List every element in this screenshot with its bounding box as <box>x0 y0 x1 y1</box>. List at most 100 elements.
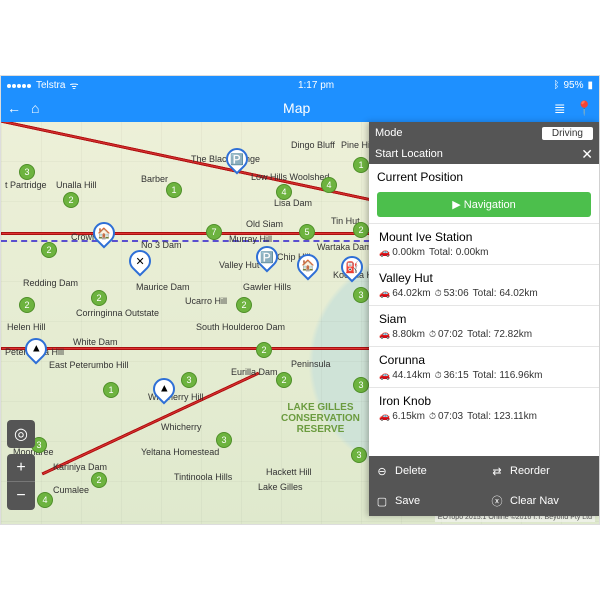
waypoint-total: Total: 64.02km <box>473 288 538 299</box>
map-reserve-label: LAKE GILLESCONSERVATIONRESERVE <box>281 402 360 435</box>
map-place-label: White Dam <box>73 337 118 347</box>
waypoint-distance: 0.00km <box>379 247 425 258</box>
pin-icon[interactable]: 📍 <box>576 100 593 117</box>
waypoint-name: Corunna <box>379 353 589 367</box>
poi-glyph-icon: 🅿️ <box>260 251 274 264</box>
waypoint-distance: 64.02km <box>379 288 431 299</box>
map-place-label: Corringinna Outstate <box>76 308 159 318</box>
waypoint-distance: 8.80km <box>379 329 425 340</box>
map-place-label: Whicherry <box>161 422 202 432</box>
waypoint-total: Total: 0.00km <box>429 247 488 258</box>
save-icon: ▢ <box>375 494 389 508</box>
map-cluster-marker[interactable]: 7 <box>206 224 222 240</box>
map-cluster-marker[interactable]: 2 <box>256 342 272 358</box>
back-icon[interactable]: ← <box>7 100 21 116</box>
minus-circle-icon: ⊖ <box>375 464 389 478</box>
map-place-label: Peninsula <box>291 359 331 369</box>
waypoint-meta: 44.14km36:15Total: 116.96km <box>379 370 589 381</box>
map-cluster-marker[interactable]: 4 <box>276 184 292 200</box>
zoom-out-button[interactable]: − <box>7 482 35 510</box>
map-place-label: Maurice Dam <box>136 282 190 292</box>
map-cluster-marker[interactable]: 1 <box>353 157 369 173</box>
map-place-label: Murray Hill <box>229 234 272 244</box>
start-navigation-button[interactable]: ▶ Navigation <box>377 192 591 217</box>
map-place-label: Gawler Hills <box>243 282 291 292</box>
waypoint-meta: 0.00km Total: 0.00km <box>379 247 589 258</box>
map-cluster-marker[interactable]: 2 <box>41 242 57 258</box>
locate-me-button[interactable]: ◎ <box>7 420 35 448</box>
carrier-label: Telstra <box>36 80 65 91</box>
panel-actions: ⊖Delete ⇄Reorder ▢Save ⓧClear Nav <box>369 456 599 516</box>
map-place-label: Redding Dam <box>23 278 78 288</box>
waypoint-item[interactable]: Corunna 44.14km36:15Total: 116.96km <box>369 346 599 387</box>
shuffle-icon: ⇄ <box>490 464 504 478</box>
map-cluster-marker[interactable]: 2 <box>91 472 107 488</box>
mode-select[interactable]: Driving <box>542 127 593 140</box>
clear-nav-button[interactable]: ⓧClear Nav <box>484 486 599 516</box>
map-cluster-marker[interactable]: 3 <box>353 377 369 393</box>
bluetooth-icon: ᛒ <box>553 80 559 91</box>
map-cluster-marker[interactable]: 3 <box>353 287 369 303</box>
waypoint-total: Total: 72.82km <box>467 329 532 340</box>
page-title: Map <box>283 100 310 116</box>
map-place-label: Unalla Hill <box>56 180 97 190</box>
clock-label: 1:17 pm <box>298 80 334 91</box>
navigation-panel: Mode Driving Start Location ✕ Current Po… <box>369 122 599 516</box>
poi-glyph-icon: ⛽ <box>345 261 359 274</box>
mode-row: Mode Driving <box>369 122 599 144</box>
poi-glyph-icon: 🅿️ <box>230 153 244 166</box>
reorder-button[interactable]: ⇄Reorder <box>484 456 599 486</box>
waypoint-item[interactable]: Mount Ive Station0.00kmTotal: 0.00km <box>369 223 599 264</box>
map-place-label: Ucarro Hill <box>185 296 227 306</box>
ios-status-bar: Telstra ᯤ 1:17 pm ᛒ 95% ▮ <box>1 76 599 94</box>
map-cluster-marker[interactable]: 2 <box>353 222 369 238</box>
crosshair-icon: ◎ <box>14 424 28 444</box>
map-cluster-marker[interactable]: 4 <box>321 177 337 193</box>
start-location-label: Start Location <box>375 148 443 160</box>
zoom-control: + − <box>7 454 35 510</box>
map-cluster-marker[interactable]: 4 <box>37 492 53 508</box>
waypoint-item[interactable]: Siam8.80km07:02Total: 72.82km <box>369 305 599 346</box>
waypoint-meta: 6.15km07:03Total: 123.11km <box>379 411 589 422</box>
waypoint-time: 53:06 <box>435 288 469 299</box>
zoom-in-button[interactable]: + <box>7 454 35 482</box>
signal-dots-icon <box>7 80 32 91</box>
waypoint-distance: 44.14km <box>379 370 431 381</box>
map-place-label: Old Siam <box>246 219 283 229</box>
map-place-label: Hackett Hill <box>266 467 312 477</box>
map-cluster-marker[interactable]: 1 <box>103 382 119 398</box>
map-cluster-marker[interactable]: 2 <box>91 290 107 306</box>
map-cluster-marker[interactable]: 3 <box>19 164 35 180</box>
mode-label: Mode <box>375 127 403 139</box>
save-button[interactable]: ▢Save <box>369 486 484 516</box>
home-icon[interactable]: ⌂ <box>31 100 39 116</box>
delete-button[interactable]: ⊖Delete <box>369 456 484 486</box>
close-panel-button[interactable]: ✕ <box>581 146 593 163</box>
map-cluster-marker[interactable]: 5 <box>299 224 315 240</box>
map-cluster-marker[interactable]: 3 <box>181 372 197 388</box>
app-header: ← ⌂ Map ≣ 📍 <box>1 94 599 122</box>
waypoint-time: 07:03 <box>429 411 463 422</box>
clear-icon: ⓧ <box>490 494 504 508</box>
map-cluster-marker[interactable]: 2 <box>276 372 292 388</box>
start-location-row: Start Location ✕ <box>369 144 599 164</box>
poi-glyph-icon: ✕ <box>135 255 144 268</box>
map-cluster-marker[interactable]: 2 <box>19 297 35 313</box>
map-place-label: Kariniya Dam <box>53 462 107 472</box>
waypoint-total: Total: 116.96km <box>473 370 543 381</box>
map-place-label: Helen Hill <box>7 322 46 332</box>
map-cluster-marker[interactable]: 3 <box>351 447 367 463</box>
map-cluster-marker[interactable]: 1 <box>166 182 182 198</box>
map-cluster-marker[interactable]: 3 <box>216 432 232 448</box>
waypoint-distance: 6.15km <box>379 411 425 422</box>
waypoint-name: Siam <box>379 312 589 326</box>
waypoint-item[interactable]: Iron Knob6.15km07:03Total: 123.11km <box>369 387 599 428</box>
map-place-label: t Partridge <box>5 180 47 190</box>
waypoint-item[interactable]: Valley Hut64.02km53:06Total: 64.02km <box>369 264 599 305</box>
map-cluster-marker[interactable]: 2 <box>236 297 252 313</box>
list-icon[interactable]: ≣ <box>554 100 566 117</box>
map-cluster-marker[interactable]: 2 <box>63 192 79 208</box>
map-place-label: Dingo Bluff <box>291 140 335 150</box>
poi-glyph-icon: ▲ <box>31 343 42 355</box>
current-position-label: Current Position <box>369 164 599 186</box>
